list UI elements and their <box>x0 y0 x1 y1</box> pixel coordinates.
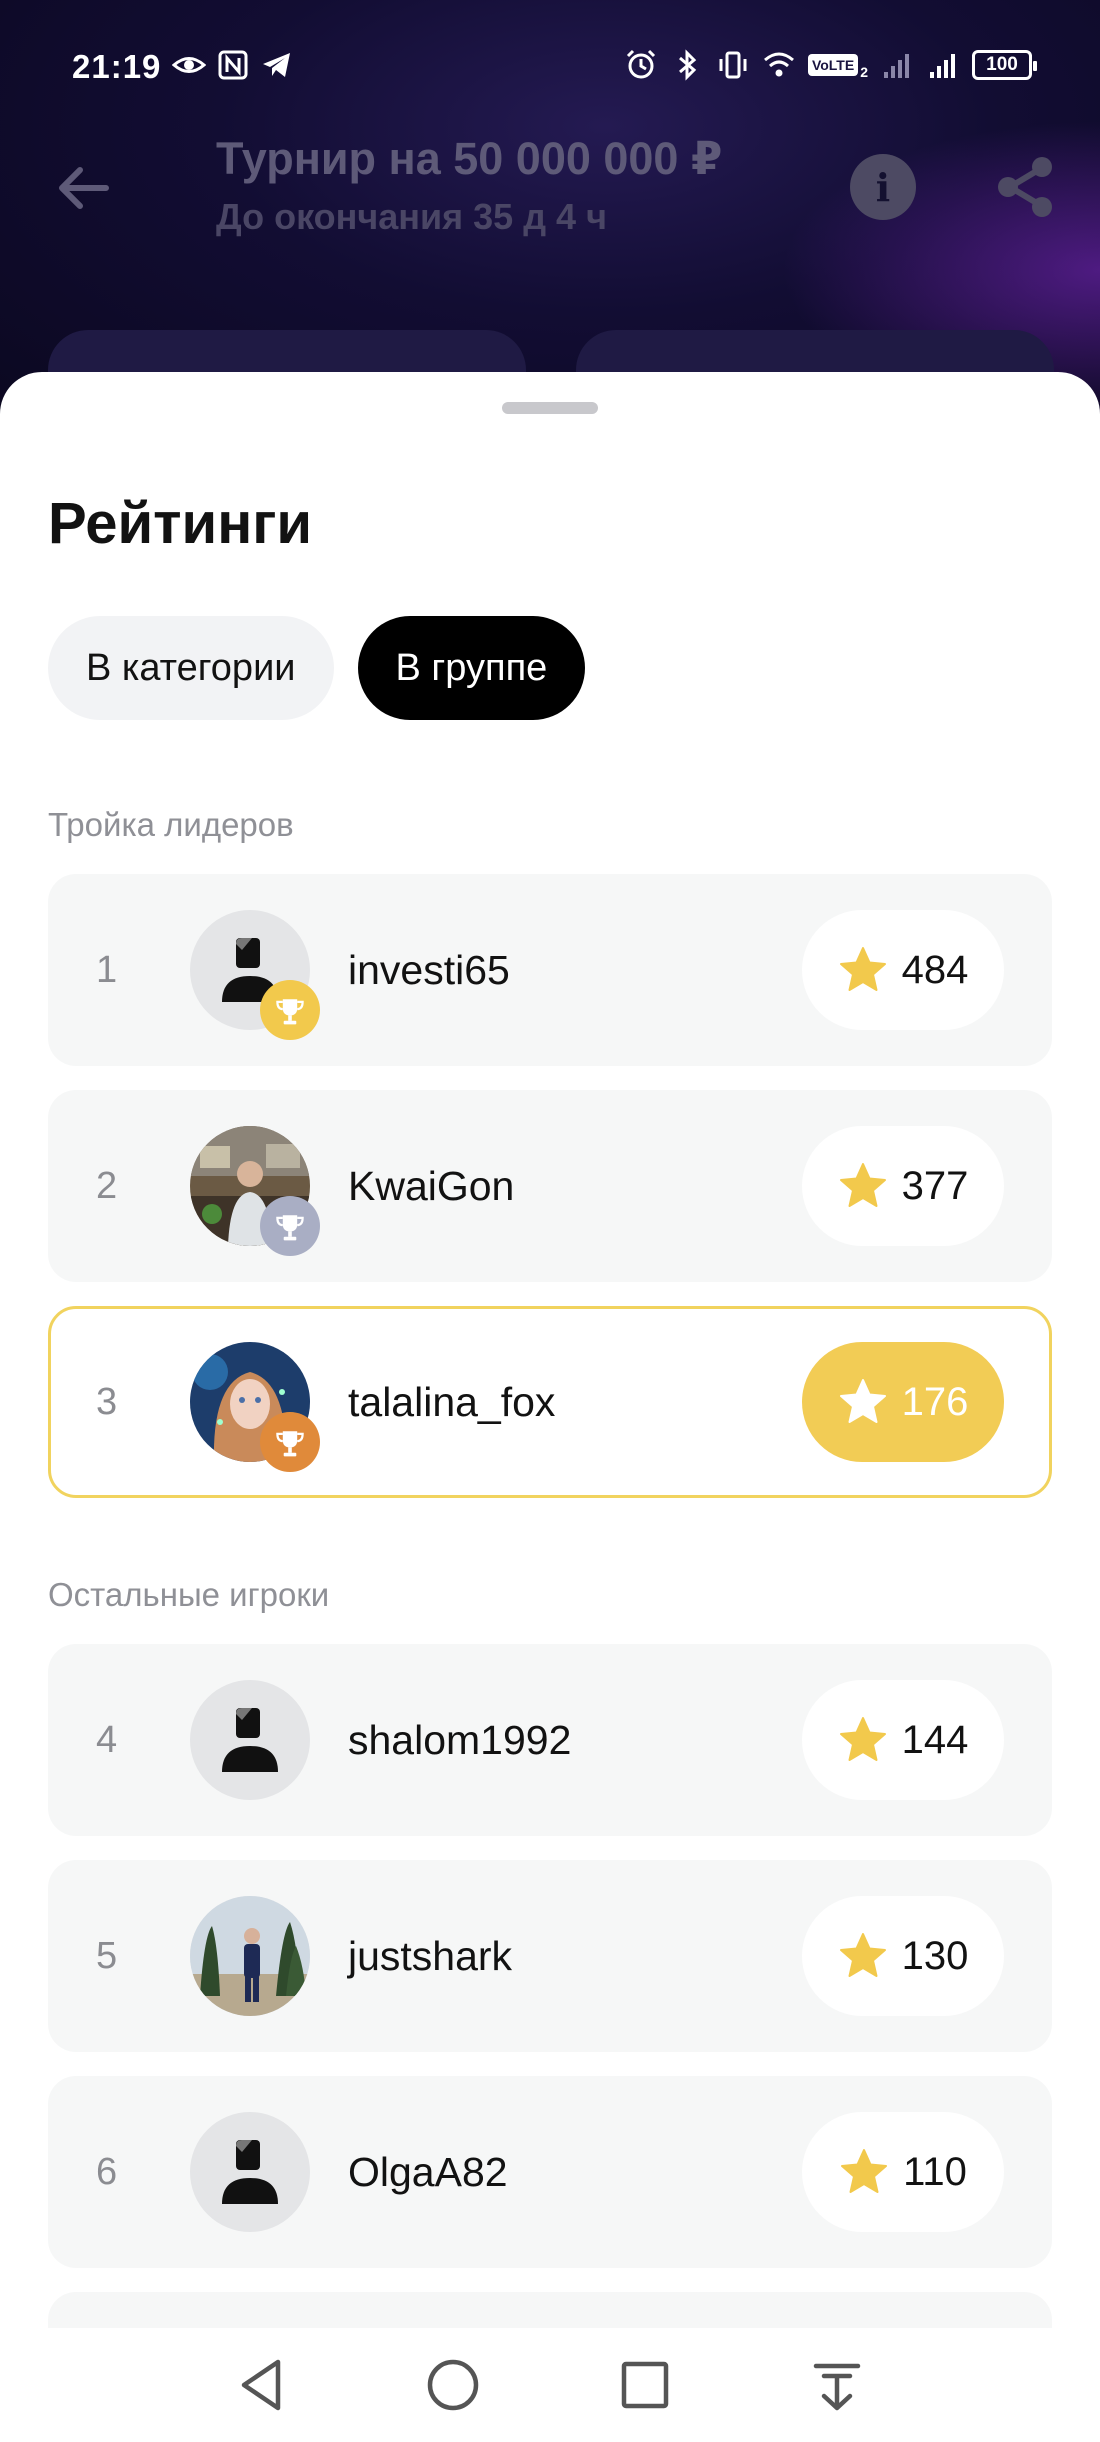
rank-number: 6 <box>96 2150 118 2193</box>
star-icon <box>839 1379 886 1423</box>
leaderboard-row-current-user[interactable]: 3 talalina_fox 176 <box>48 1306 1052 1498</box>
avatar <box>190 1680 310 1800</box>
player-username: justshark <box>348 1932 513 1979</box>
rank-number: 2 <box>96 1164 118 1207</box>
avatar <box>190 2112 310 2232</box>
default-avatar-icon <box>190 1680 310 1800</box>
rank-number: 1 <box>96 948 118 991</box>
battery-level: 100 <box>986 54 1018 75</box>
score-badge: 110 <box>802 2112 1004 2232</box>
leaderboard-row[interactable]: 5 justshark 130 <box>48 1860 1052 2052</box>
ratings-bottom-sheet: Рейтинги В категории В группе Тройка лид… <box>0 372 1100 2328</box>
user-photo-avatar <box>190 1896 310 2016</box>
tab-in-category[interactable]: В категории <box>48 616 334 720</box>
battery-indicator: 100 <box>972 50 1037 80</box>
score-value: 130 <box>901 1933 969 1978</box>
back-triangle-icon[interactable] <box>228 2352 294 2418</box>
recents-square-icon[interactable] <box>612 2352 678 2418</box>
score-value: 176 <box>901 1379 969 1424</box>
score-badge: 377 <box>802 1126 1004 1246</box>
status-bar: 21:19 VoLTE 2 100 <box>0 0 1100 130</box>
eye-icon <box>172 57 206 73</box>
alarm-icon <box>626 49 655 79</box>
score-badge: 484 <box>802 910 1004 1030</box>
player-username: talalina_fox <box>348 1378 556 1425</box>
silver-trophy-icon <box>260 1196 320 1256</box>
star-icon <box>839 1717 886 1761</box>
rank-number: 4 <box>96 1718 118 1761</box>
bluetooth-icon <box>678 49 697 81</box>
gold-trophy-icon <box>260 980 320 1040</box>
star-icon <box>839 1163 886 1207</box>
others-section-label: Остальные игроки <box>48 1576 330 1613</box>
wifi-icon <box>763 52 794 77</box>
bronze-trophy-icon <box>260 1412 320 1472</box>
leaderboard-row[interactable]: 2 KwaiGon 377 <box>48 1090 1052 1282</box>
signal-icon <box>930 54 955 78</box>
rank-number: 5 <box>96 1934 118 1977</box>
score-value: 144 <box>901 1717 969 1762</box>
telegram-icon <box>263 53 290 77</box>
player-username: shalom1992 <box>348 1716 572 1763</box>
default-avatar-icon <box>190 2112 310 2232</box>
back-arrow-icon[interactable] <box>56 160 112 216</box>
vibrate-icon <box>719 51 747 79</box>
ratings-title: Рейтинги <box>48 491 313 556</box>
player-username: investi65 <box>348 946 510 993</box>
score-badge-highlighted: 176 <box>802 1342 1004 1462</box>
avatar <box>190 1896 310 2016</box>
leaderboard-row[interactable]: 1 investi65 484 <box>48 874 1052 1066</box>
star-icon <box>839 1933 886 1977</box>
score-badge: 144 <box>802 1680 1004 1800</box>
signal-icon <box>884 54 909 78</box>
avatar <box>190 1342 320 1472</box>
avatar <box>190 1126 320 1256</box>
status-left-icons <box>172 48 294 82</box>
status-right-icons: VoLTE 2 100 <box>624 48 1037 82</box>
score-value: 377 <box>901 1163 969 1208</box>
volte-badge: VoLTE <box>807 54 859 76</box>
share-icon[interactable] <box>992 154 1058 220</box>
home-circle-icon[interactable] <box>420 2352 486 2418</box>
rank-number: 3 <box>96 1380 118 1423</box>
star-icon <box>839 947 886 991</box>
player-username: KwaiGon <box>348 1162 515 1209</box>
status-time: 21:19 <box>72 48 162 85</box>
leaderboard-row[interactable]: 4 shalom1992 144 <box>48 1644 1052 1836</box>
avatar <box>190 910 320 1040</box>
score-value: 110 <box>903 2149 967 2194</box>
notification-pulldown-icon[interactable] <box>804 2352 870 2418</box>
sheet-drag-handle[interactable] <box>502 402 598 414</box>
tournament-countdown: До окончания 35 д 4 ч <box>216 196 607 237</box>
sim-index: 2 <box>860 64 868 80</box>
info-icon[interactable]: i <box>850 154 916 220</box>
tournament-title: Турнир на 50 000 000 ₽ <box>216 133 723 184</box>
leaderboard-row[interactable]: 6 OlgaA82 110 <box>48 2076 1052 2268</box>
tab-in-group[interactable]: В группе <box>357 616 586 720</box>
system-navigation-bar <box>0 2328 1100 2442</box>
nfc-icon <box>218 50 248 80</box>
star-icon <box>841 2149 888 2193</box>
ratings-tabs: В категории В группе <box>48 616 586 720</box>
leaderboard-row-partial[interactable] <box>48 2292 1052 2328</box>
player-username: OlgaA82 <box>348 2148 508 2195</box>
leaders-section-label: Тройка лидеров <box>48 806 294 843</box>
score-value: 484 <box>901 947 969 992</box>
score-badge: 130 <box>802 1896 1004 2016</box>
